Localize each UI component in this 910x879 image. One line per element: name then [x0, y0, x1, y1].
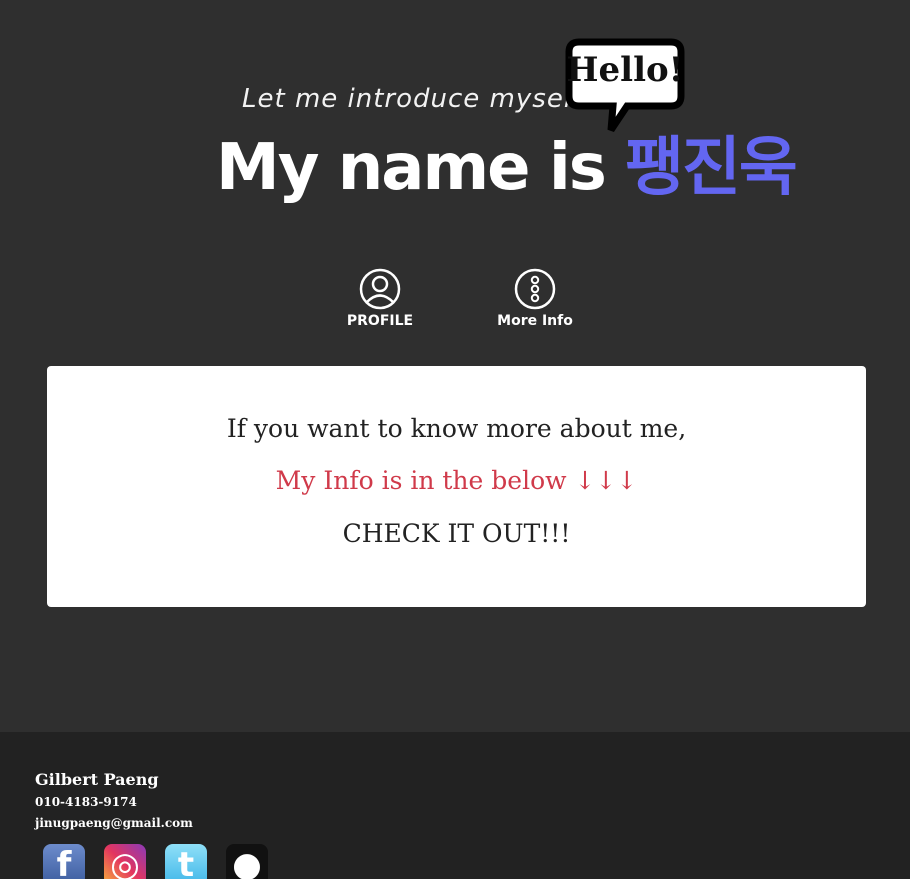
- twitter-glyph: t: [177, 845, 195, 879]
- instagram-icon[interactable]: ◎: [104, 844, 146, 879]
- twitter-icon[interactable]: t: [165, 844, 207, 879]
- bubble-text: Hello!: [566, 50, 684, 90]
- intro-text: Let me introduce myself: [242, 84, 583, 114]
- card-line-info: My Info is in the below ↓↓↓: [275, 466, 638, 495]
- nav-more-info-button[interactable]: More Info: [490, 267, 580, 329]
- more-dots-icon: [514, 268, 556, 310]
- footer: Gilbert Paeng 010-4183-9174 jinugpaeng@g…: [0, 732, 910, 879]
- nav-more-info-label: More Info: [497, 313, 573, 329]
- footer-email[interactable]: jinugpaeng@gmail.com: [35, 816, 193, 830]
- nav-profile-button[interactable]: PROFILE: [335, 267, 425, 329]
- facebook-icon[interactable]: f: [43, 844, 85, 879]
- footer-name: Gilbert Paeng: [35, 770, 159, 789]
- footer-phone: 010-4183-9174: [35, 795, 137, 809]
- name-heading: My name is 팽진욱: [216, 128, 798, 208]
- info-card: If you want to know more about me, My In…: [47, 366, 866, 607]
- nav-profile-label: PROFILE: [346, 313, 414, 329]
- facebook-glyph: f: [56, 845, 72, 879]
- github-icon[interactable]: ●: [226, 844, 268, 879]
- name-korean: 팽진욱: [625, 131, 798, 205]
- name-prefix: My name is: [216, 131, 626, 205]
- github-glyph: ●: [232, 845, 262, 879]
- card-line-cta: CHECK IT OUT!!!: [342, 519, 571, 548]
- hero-header: Let me introduce myself Hello! My name i…: [0, 0, 910, 235]
- user-circle-icon: [359, 268, 401, 310]
- instagram-glyph: ◎: [110, 845, 140, 879]
- card-line-intro: If you want to know more about me,: [226, 414, 687, 443]
